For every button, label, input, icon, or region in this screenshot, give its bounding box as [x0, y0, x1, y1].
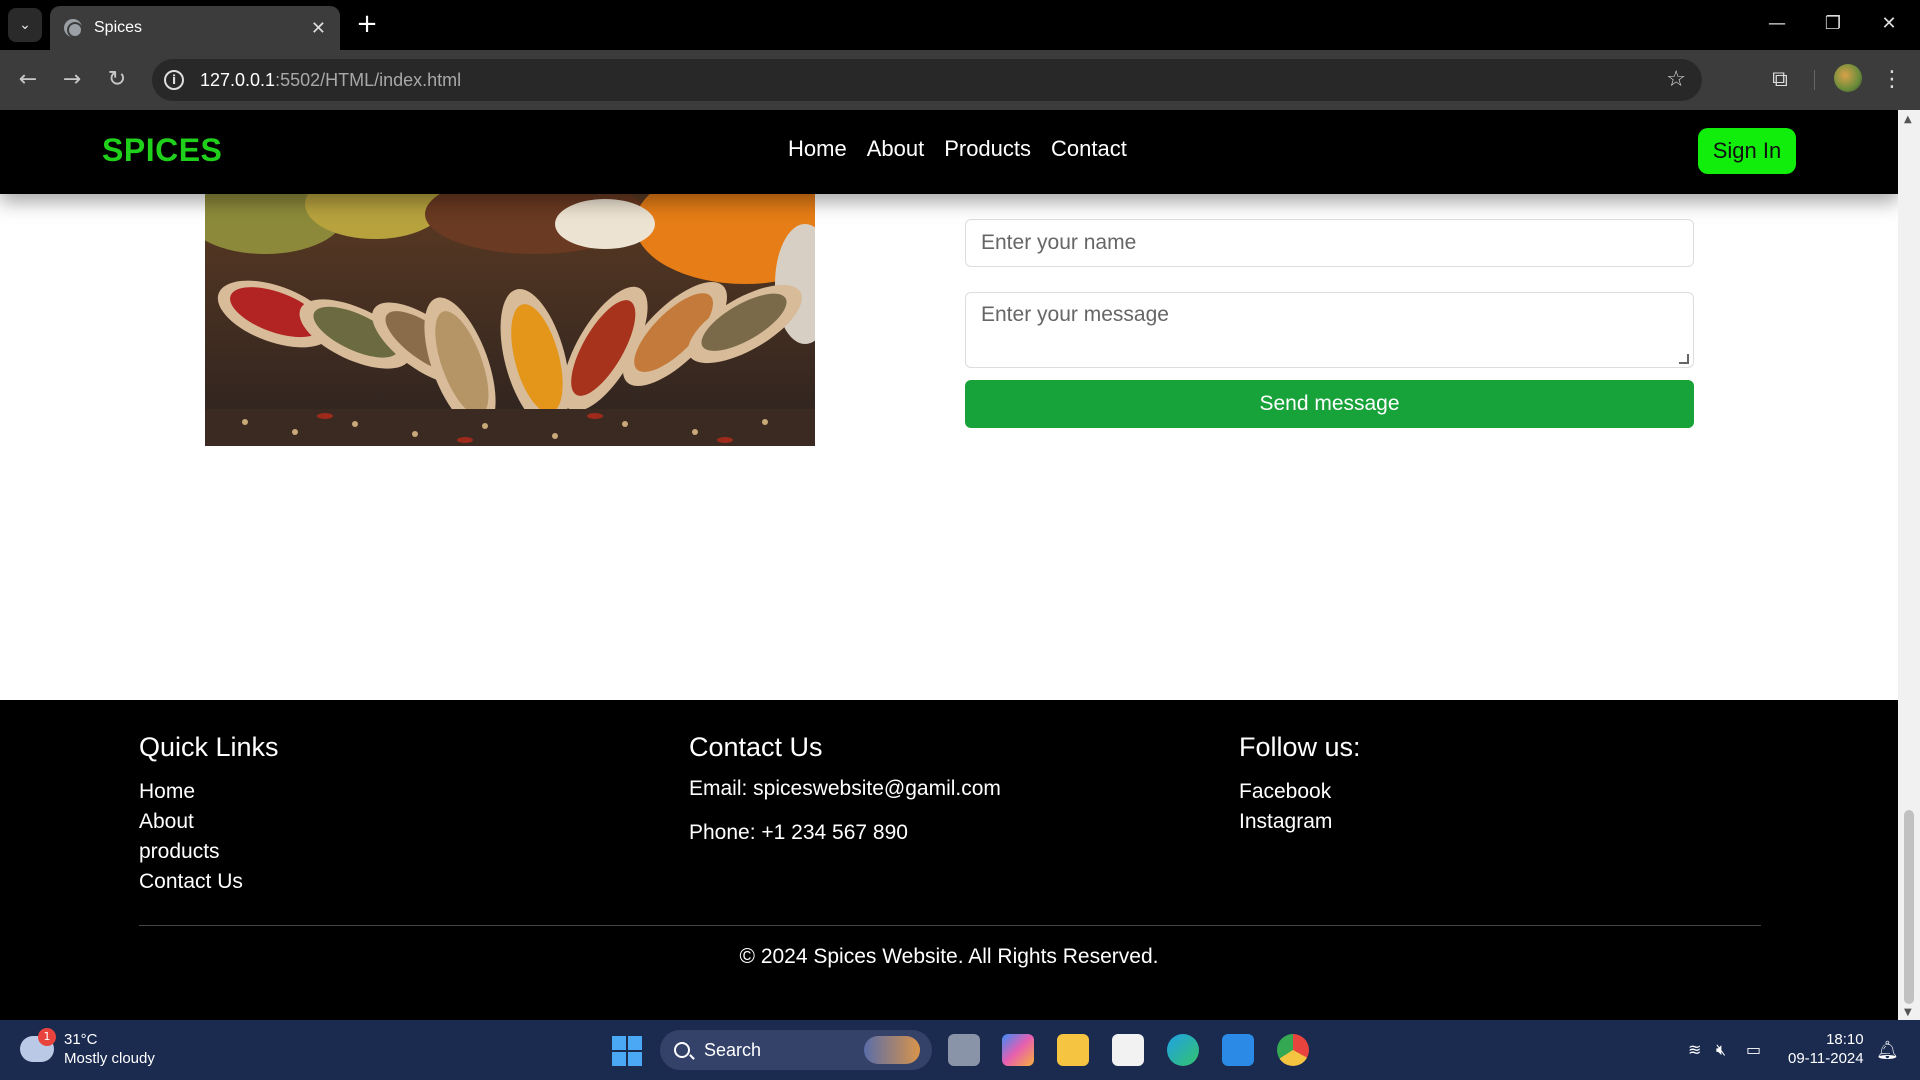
close-tab-icon[interactable]: ✕: [311, 18, 326, 39]
weather-widget[interactable]: 1 31°C Mostly cloudy: [20, 1028, 155, 1068]
page-viewport: SPICES Home About Products Contact Sign …: [0, 110, 1898, 1020]
task-view-icon[interactable]: [948, 1034, 980, 1066]
name-field[interactable]: Enter your name: [965, 219, 1694, 267]
main-nav: Home About Products Contact: [788, 136, 1127, 162]
quick-links-column: Quick Links Home About products Contact …: [139, 732, 279, 897]
contact-email: Email: spiceswebsite@gamil.com: [689, 777, 1001, 800]
clock-time: 18:10: [1826, 1031, 1864, 1048]
follow-column: Follow us: Facebook Instagram: [1239, 732, 1361, 837]
message-field[interactable]: Enter your message: [965, 292, 1694, 368]
footer-link-instagram[interactable]: Instagram: [1239, 807, 1361, 837]
globe-icon: [64, 19, 83, 38]
menu-kebab-icon[interactable]: ⋮: [1876, 64, 1908, 96]
back-icon[interactable]: ←: [12, 64, 44, 96]
search-icon: [674, 1042, 690, 1058]
forward-icon[interactable]: →: [56, 64, 88, 96]
sign-in-button[interactable]: Sign In: [1698, 128, 1796, 174]
reload-icon[interactable]: ↻: [101, 64, 133, 96]
clock-date: 09-11-2024: [1788, 1050, 1864, 1067]
tab-strip: ⌄ Spices ✕ + — ❐ ✕: [0, 0, 1920, 50]
resize-handle-icon[interactable]: [1679, 354, 1689, 364]
contact-column: Contact Us Email: spiceswebsite@gamil.co…: [689, 732, 1001, 865]
volume-muted-icon[interactable]: 🔇︎: [1716, 1040, 1726, 1060]
taskbar-search[interactable]: Search: [660, 1030, 932, 1070]
tab-title: Spices: [94, 19, 143, 36]
store-icon[interactable]: [1112, 1034, 1144, 1066]
battery-icon[interactable]: ▭: [1746, 1040, 1761, 1059]
follow-title: Follow us:: [1239, 732, 1361, 762]
name-placeholder: Enter your name: [981, 231, 1137, 254]
footer-divider: [139, 925, 1761, 926]
send-message-button[interactable]: Send message: [965, 380, 1694, 428]
footer-link-about[interactable]: About: [139, 807, 279, 837]
weather-text: Mostly cloudy: [64, 1050, 155, 1067]
footer-link-contact[interactable]: Contact Us: [139, 867, 279, 897]
toolbar-divider: [1814, 70, 1815, 90]
vscode-icon[interactable]: [1222, 1034, 1254, 1066]
site-header: SPICES Home About Products Contact Sign …: [0, 110, 1898, 194]
address-bar[interactable]: i 127.0.0.1:5502/HTML/index.html ☆: [152, 59, 1702, 101]
window-close-icon[interactable]: ✕: [1866, 8, 1912, 40]
site-logo[interactable]: SPICES: [102, 132, 222, 169]
site-footer: Quick Links Home About products Contact …: [0, 700, 1898, 1020]
weather-badge: 1: [38, 1028, 56, 1046]
quick-links-title: Quick Links: [139, 732, 279, 762]
footer-link-facebook[interactable]: Facebook: [1239, 777, 1361, 807]
contact-form: Enter your name Enter your message Send …: [965, 219, 1694, 428]
profile-avatar[interactable]: [1834, 64, 1862, 92]
footer-link-products[interactable]: products: [139, 837, 279, 867]
wifi-icon[interactable]: ≋: [1688, 1040, 1701, 1059]
copyright-text: © 2024 Spices Website. All Rights Reserv…: [739, 945, 1159, 968]
bookmark-star-icon[interactable]: ☆: [1666, 67, 1686, 92]
nav-products[interactable]: Products: [944, 136, 1031, 162]
browser-tab[interactable]: Spices ✕: [50, 6, 340, 50]
url-text: 127.0.0.1:5502/HTML/index.html: [200, 69, 462, 90]
site-info-icon[interactable]: i: [164, 70, 184, 90]
chrome-icon[interactable]: [1277, 1034, 1309, 1066]
contact-title: Contact Us: [689, 732, 823, 762]
taskbar-search-label: Search: [704, 1039, 762, 1060]
copilot-icon[interactable]: [1002, 1034, 1034, 1066]
message-placeholder: Enter your message: [981, 303, 1169, 326]
cloud-icon: 1: [20, 1028, 56, 1062]
temperature: 31°C: [64, 1031, 98, 1048]
new-tab-icon[interactable]: +: [352, 10, 382, 40]
clock[interactable]: 18:10 09-11-2024: [1788, 1030, 1864, 1068]
nav-about[interactable]: About: [867, 136, 925, 162]
edge-icon[interactable]: [1167, 1034, 1199, 1066]
start-icon[interactable]: [612, 1036, 642, 1066]
nav-contact[interactable]: Contact: [1051, 136, 1127, 162]
scroll-up-icon[interactable]: ▲: [1904, 114, 1912, 125]
extensions-icon[interactable]: ⧉: [1764, 64, 1796, 96]
browser-toolbar: ← → ↻ i 127.0.0.1:5502/HTML/index.html ☆…: [0, 50, 1920, 110]
footer-link-home[interactable]: Home: [139, 777, 279, 807]
restore-icon[interactable]: ❐: [1810, 8, 1856, 40]
search-highlight-icon: [864, 1036, 920, 1064]
nav-home[interactable]: Home: [788, 136, 847, 162]
contact-phone: Phone: +1 234 567 890: [689, 821, 908, 844]
tab-search-icon[interactable]: ⌄: [8, 8, 42, 42]
browser-window: ⌄ Spices ✕ + — ❐ ✕ ← → ↻ i 127.0.0.1:550…: [0, 0, 1920, 1020]
file-explorer-icon[interactable]: [1057, 1034, 1089, 1066]
scrollbar-thumb[interactable]: [1904, 810, 1914, 1004]
minimize-icon[interactable]: —: [1754, 8, 1800, 40]
scroll-down-icon[interactable]: ▼: [1904, 1007, 1912, 1018]
spices-image: [205, 194, 815, 446]
notification-bell-icon[interactable]: 🔔︎: [1876, 1040, 1899, 1061]
taskbar: 1 31°C Mostly cloudy Search ≋ 🔇︎ ▭ 18:10…: [0, 1020, 1920, 1080]
page-scrollbar[interactable]: ▲ ▼: [1898, 110, 1920, 1020]
